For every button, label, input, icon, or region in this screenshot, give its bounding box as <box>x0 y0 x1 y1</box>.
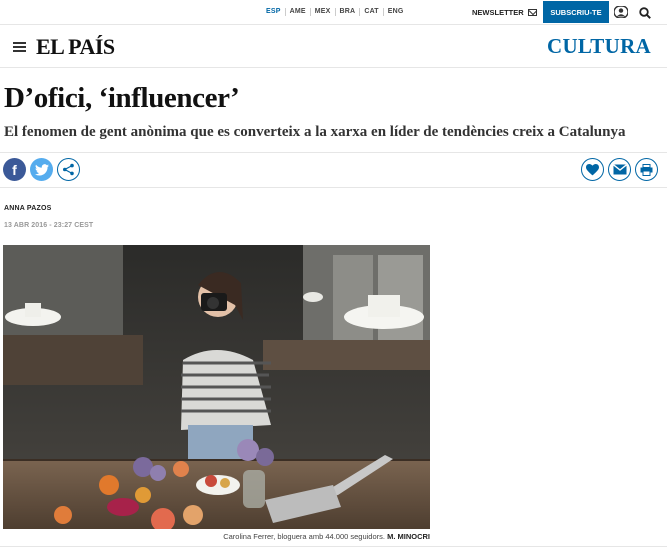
share-bar: f <box>3 158 80 181</box>
author-name[interactable]: ANNA PAZOS <box>4 205 52 212</box>
article-headline: D’ofici, ‘influencer’ <box>4 82 240 114</box>
site-logo[interactable]: EL PAÍS <box>36 34 115 60</box>
edition-cat[interactable]: CAT <box>359 8 382 16</box>
heart-icon[interactable] <box>581 158 604 181</box>
print-icon[interactable] <box>635 158 658 181</box>
edition-ame[interactable]: AME <box>284 8 310 16</box>
photo-caption: Carolina Ferrer, bloguera amb 44.000 seg… <box>3 532 430 541</box>
site-header: EL PAÍS CULTURA <box>0 26 667 68</box>
menu-icon[interactable] <box>13 42 26 52</box>
edition-esp[interactable]: ESP <box>266 8 285 16</box>
publish-date: 13 ABR 2016 - 23:27 CEST <box>4 222 94 229</box>
edition-selector: ESP AME MEX BRA CAT ENG <box>266 8 408 16</box>
newsletter-link[interactable]: NEWSLETTER <box>472 8 537 17</box>
share-icon[interactable] <box>57 158 80 181</box>
action-bar <box>581 158 658 181</box>
facebook-icon[interactable]: f <box>3 158 26 181</box>
newsletter-label: NEWSLETTER <box>472 8 524 17</box>
subscribe-button[interactable]: SUBSCRIU-TE <box>543 1 609 23</box>
user-icon[interactable] <box>614 6 628 18</box>
edition-eng[interactable]: ENG <box>382 8 408 16</box>
divider <box>0 187 667 188</box>
article-subheadline: El fenomen de gent anònima que es conver… <box>4 124 626 140</box>
edition-mex[interactable]: MEX <box>309 8 335 16</box>
divider <box>0 152 667 153</box>
section-title[interactable]: CULTURA <box>547 34 651 59</box>
article-photo <box>3 245 430 529</box>
twitter-icon[interactable] <box>30 158 53 181</box>
search-icon[interactable] <box>639 7 651 19</box>
photo-credit: M. MINOCRI <box>387 532 430 541</box>
mail-icon[interactable] <box>608 158 631 181</box>
caption-text: Carolina Ferrer, bloguera amb 44.000 seg… <box>223 532 385 541</box>
divider <box>0 546 667 547</box>
top-bar: ESP AME MEX BRA CAT ENG NEWSLETTER SUBSC… <box>0 0 667 25</box>
photo-illustration <box>3 245 430 529</box>
envelope-icon <box>527 9 537 16</box>
edition-bra[interactable]: BRA <box>334 8 360 16</box>
